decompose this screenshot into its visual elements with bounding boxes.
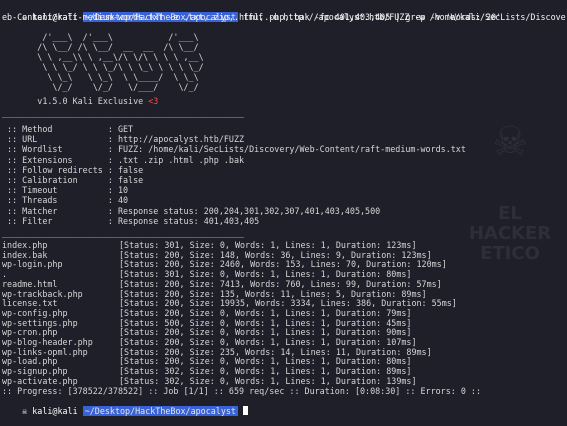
result-status: [Status: 200, Size: 2460, Words: 153, Li… bbox=[119, 259, 447, 270]
config-row: :: Extensions : .txt .zip .html .php .ba… bbox=[2, 155, 244, 165]
result-path: wp-config.php bbox=[2, 307, 68, 318]
watermark-line2: ETICO bbox=[480, 243, 540, 264]
result-status: [Status: 500, Size: 0, Words: 1, Lines: … bbox=[119, 317, 412, 328]
result-status: [Status: 302, Size: 0, Words: 1, Lines: … bbox=[119, 366, 412, 377]
config-row: :: URL : http://apocalyst.htb/FUZZ bbox=[2, 134, 244, 144]
version-text: v1.5.0 Kali Exclusive bbox=[37, 96, 144, 106]
skull-prompt-icon-2: ☠ bbox=[22, 406, 33, 416]
result-path: wp-settings.php bbox=[2, 317, 78, 328]
result-status: [Status: 200, Size: 7413, Words: 760, Li… bbox=[119, 278, 442, 289]
result-path: index.bak bbox=[2, 249, 48, 260]
result-row: readme.html [Status: 200, Size: 7413, Wor… bbox=[2, 279, 442, 289]
command-line-2: eb-Content/raft-medium-words.txt -e .txt… bbox=[2, 12, 502, 22]
result-row: wp-settings.php [Status: 500, Size: 0, Wo… bbox=[2, 318, 411, 328]
config-value: : http://apocalyst.htb/FUZZ bbox=[107, 134, 245, 145]
config-row: :: Timeout : 10 bbox=[2, 185, 128, 195]
ffuf-ascii-banner: /'___\ /'___\ /'___\ /\ \__/ /\ \__/ __ … bbox=[2, 32, 204, 92]
watermark-line1: EL HACKER bbox=[468, 203, 552, 244]
divider-top: ________________________________________… bbox=[2, 108, 245, 118]
result-row: wp-load.php [Status: 200, Size: 0, Words:… bbox=[2, 356, 411, 366]
prompt-line-bottom[interactable]: ☠ kali@kali ~/Desktop/HackTheBox/apocaly… bbox=[2, 396, 249, 426]
result-path: wp-links-opml.php bbox=[2, 346, 88, 357]
result-row: index.php [Status: 301, Size: 0, Words: 1… bbox=[2, 240, 417, 250]
result-status: [Status: 301, Size: 0, Words: 1, Lines: … bbox=[119, 269, 412, 280]
config-row: :: Matcher : Response status: 200,204,30… bbox=[2, 206, 380, 216]
config-key: :: Wordlist bbox=[2, 144, 108, 155]
config-row: :: Threads : 40 bbox=[2, 195, 128, 205]
result-path: index.php bbox=[2, 240, 48, 250]
result-path: readme.html bbox=[2, 278, 58, 289]
terminal-cursor[interactable] bbox=[243, 406, 249, 415]
config-value: : Response status: 200,204,301,302,307,4… bbox=[107, 205, 381, 216]
divider-bottom: ________________________________________… bbox=[2, 228, 245, 238]
result-row: index.bak [Status: 200, Size: 148, Words:… bbox=[2, 250, 432, 260]
config-key: :: Filter bbox=[2, 215, 108, 226]
result-path: wp-signup.php bbox=[2, 366, 68, 377]
config-row: :: Calibration : false bbox=[2, 175, 143, 185]
config-key: :: Threads bbox=[2, 195, 108, 206]
result-status: [Status: 200, Size: 148, Words: 36, Line… bbox=[119, 249, 432, 260]
result-status: [Status: 200, Size: 0, Words: 1, Lines: … bbox=[119, 327, 412, 338]
result-row: wp-trackback.php [Status: 200, Size: 135,… bbox=[2, 289, 427, 299]
result-status: [Status: 200, Size: 19935, Words: 3334, … bbox=[119, 298, 457, 309]
result-row: wp-cron.php [Status: 200, Size: 0, Words:… bbox=[2, 327, 411, 337]
result-status: [Status: 200, Size: 235, Words: 14, Line… bbox=[119, 346, 432, 357]
ascii-line: \ \_\ \ \_\ \ \____/ \ \_\ bbox=[2, 72, 199, 82]
prompt-path-2: ~/Desktop/HackTheBox/apocalyst bbox=[82, 406, 238, 416]
config-value: : FUZZ: /home/kali/SecLists/Discovery/We… bbox=[107, 144, 466, 155]
watermark: ☠ EL HACKER ETICO bbox=[455, 120, 565, 270]
result-status: [Status: 301, Size: 0, Words: 1, Lines: … bbox=[119, 240, 417, 250]
config-key: :: Calibration bbox=[2, 175, 108, 185]
config-value: : false bbox=[107, 175, 144, 185]
ascii-line: /'___\ /'___\ /'___\ bbox=[2, 32, 199, 42]
result-path: wp-cron.php bbox=[2, 327, 58, 338]
config-row: :: Method : GET bbox=[2, 124, 133, 134]
config-row: :: Wordlist : FUZZ: /home/kali/SecLists/… bbox=[2, 144, 466, 154]
result-path: wp-blog-header.php bbox=[2, 337, 93, 347]
config-value: : false bbox=[107, 164, 144, 175]
result-status: [Status: 200, Size: 0, Words: 1, Lines: … bbox=[119, 337, 417, 347]
result-row: wp-activate.php [Status: 302, Size: 0, Wo… bbox=[2, 376, 417, 386]
config-row: :: Filter : Response status: 401,403,405 bbox=[2, 216, 259, 226]
config-key: :: Matcher bbox=[2, 205, 108, 216]
result-row: wp-signup.php [Status: 302, Size: 0, Word… bbox=[2, 366, 411, 376]
config-value: : Response status: 401,403,405 bbox=[107, 215, 260, 226]
result-status: [Status: 200, Size: 0, Words: 1, Lines: … bbox=[119, 307, 412, 318]
result-row: . [Status: 301, Size: 0, Words: 1, Lines:… bbox=[2, 269, 411, 279]
config-key: :: Method bbox=[2, 124, 108, 134]
config-value: : .txt .zip .html .php .bak bbox=[107, 154, 245, 165]
result-row: wp-config.php [Status: 200, Size: 0, Word… bbox=[2, 308, 411, 318]
version-line: v1.5.0 Kali Exclusive <3 bbox=[2, 96, 158, 106]
terminal-window[interactable]: ☠ EL HACKER ETICO ☠ kali@kali ~/Desktop/… bbox=[0, 0, 567, 416]
ascii-line: \/_/ \/_/ \/___/ \/_/ bbox=[2, 82, 199, 92]
config-row: :: Follow redirects : false bbox=[2, 165, 143, 175]
config-value: : 40 bbox=[107, 195, 129, 206]
result-row: license.txt [Status: 200, Size: 19935, Wo… bbox=[2, 298, 457, 308]
result-path: . bbox=[2, 269, 8, 280]
ascii-line: \ \ \_/ \ \ \_/\ \ \_\ \ \ \ \_/ bbox=[2, 62, 204, 72]
config-key: :: Timeout bbox=[2, 185, 108, 196]
config-key: :: Follow redirects bbox=[2, 164, 108, 175]
config-key: :: URL bbox=[2, 134, 108, 145]
config-value: : GET bbox=[107, 124, 134, 134]
result-row: wp-login.php [Status: 200, Size: 2460, Wo… bbox=[2, 259, 447, 269]
result-path: wp-login.php bbox=[2, 259, 63, 270]
result-path: wp-load.php bbox=[2, 356, 58, 367]
heart-text: <3 bbox=[148, 96, 159, 106]
result-path: wp-trackback.php bbox=[2, 288, 83, 299]
result-path: license.txt bbox=[2, 298, 58, 309]
ascii-line: /\ \__/ /\ \__/ __ __ /\ \__/ bbox=[2, 42, 199, 52]
ascii-line: \ \ ,__\\ \ ,__\/\ \/\ \ \ \ ,__\ bbox=[2, 52, 204, 62]
result-row: wp-links-opml.php [Status: 200, Size: 235… bbox=[2, 347, 432, 357]
result-path: wp-activate.php bbox=[2, 375, 78, 386]
skull-icon: ☠ bbox=[492, 119, 528, 165]
result-row: wp-blog-header.php [Status: 200, Size: 0,… bbox=[2, 337, 417, 347]
config-value: : 10 bbox=[107, 185, 129, 196]
result-status: [Status: 200, Size: 0, Words: 1, Lines: … bbox=[119, 356, 412, 367]
result-status: [Status: 200, Size: 135, Words: 11, Line… bbox=[119, 288, 427, 299]
result-status: [Status: 302, Size: 0, Words: 1, Lines: … bbox=[119, 375, 417, 386]
progress-line: :: Progress: [378522/378522] :: Job [1/1… bbox=[2, 386, 482, 396]
prompt-user-2: kali@kali bbox=[32, 406, 78, 416]
config-key: :: Extensions bbox=[2, 154, 108, 165]
